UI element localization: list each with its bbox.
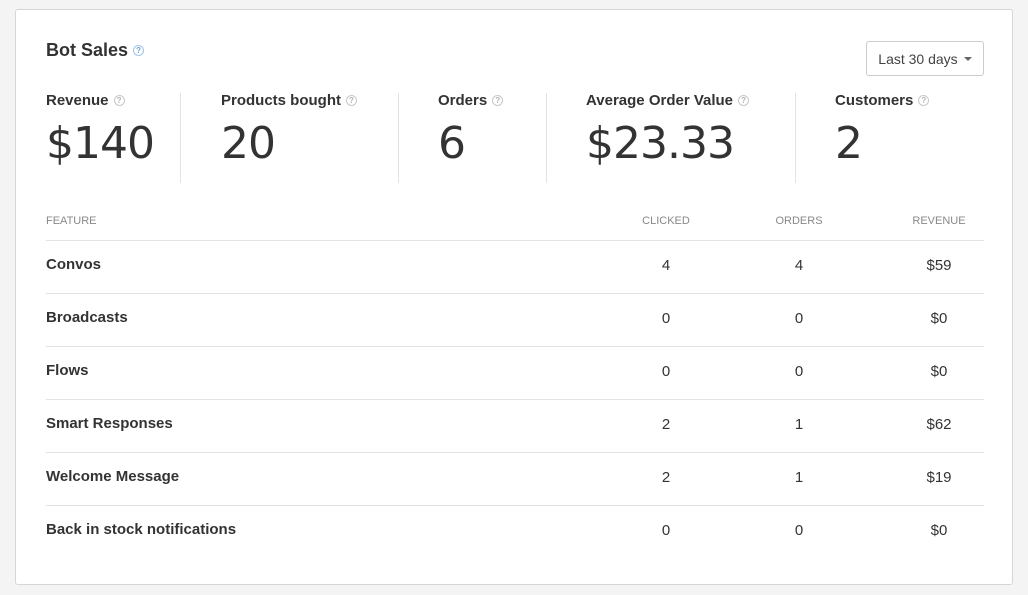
stat-customers: Customers? 2 — [835, 92, 930, 182]
stat-label: Orders — [438, 92, 488, 109]
table-header: FEATURE CLICKED ORDERS REVENUE — [46, 210, 984, 241]
table-row: Welcome Message 2 1 $19 — [46, 452, 984, 506]
card-title: Bot Sales ? — [46, 40, 145, 61]
orders-count: 4 — [794, 257, 804, 274]
feature-name: Flows — [46, 362, 89, 379]
revenue-amount: $59 — [926, 257, 952, 274]
revenue-amount: $0 — [930, 310, 948, 327]
stat-label: Average Order Value — [586, 92, 734, 109]
stat-average-order-value: Average Order Value? $23.33 — [586, 92, 750, 182]
stat-divider — [180, 93, 181, 183]
column-header-revenue: REVENUE — [912, 215, 966, 227]
stat-value: 2 — [835, 118, 863, 169]
revenue-amount: $62 — [926, 416, 952, 433]
orders-count: 1 — [794, 469, 804, 486]
card-title-text: Bot Sales — [46, 40, 129, 60]
table-row: Flows 0 0 $0 — [46, 346, 984, 400]
feature-name: Welcome Message — [46, 468, 180, 485]
table-row: Convos 4 4 $59 — [46, 240, 984, 294]
feature-name: Broadcasts — [46, 309, 128, 326]
caret-down-icon — [963, 56, 972, 61]
stat-label: Revenue — [46, 92, 109, 109]
stat-orders: Orders? 6 — [438, 92, 504, 182]
stat-divider — [795, 93, 796, 183]
table-row: Smart Responses 2 1 $62 — [46, 399, 984, 453]
table-row: Broadcasts 0 0 $0 — [46, 293, 984, 347]
revenue-amount: $0 — [930, 522, 948, 539]
orders-count: 0 — [794, 522, 804, 539]
help-icon[interactable]: ? — [492, 95, 504, 106]
orders-count: 1 — [794, 416, 804, 433]
feature-name: Smart Responses — [46, 415, 173, 432]
column-header-feature: FEATURE — [46, 215, 97, 227]
orders-count: 0 — [794, 363, 804, 380]
clicked-count: 4 — [661, 257, 671, 274]
clicked-count: 0 — [661, 310, 671, 327]
clicked-count: 2 — [661, 416, 671, 433]
column-header-orders: ORDERS — [775, 215, 823, 227]
help-icon[interactable]: ? — [346, 95, 357, 106]
column-header-clicked: CLICKED — [642, 215, 690, 227]
stat-divider — [546, 93, 547, 183]
stat-label: Products bought — [221, 92, 341, 109]
date-range-dropdown[interactable]: Last 30 days — [866, 41, 984, 76]
stat-value: $23.33 — [586, 118, 735, 169]
bot-sales-card: Bot Sales ? Last 30 days Revenue? $140 P… — [15, 9, 1013, 585]
date-range-label: Last 30 days — [878, 50, 958, 67]
stat-value: 20 — [221, 118, 276, 169]
stat-divider — [398, 93, 399, 183]
clicked-count: 0 — [661, 363, 671, 380]
stat-label: Customers — [835, 92, 914, 109]
revenue-amount: $0 — [930, 363, 948, 380]
help-icon[interactable]: ? — [133, 45, 145, 56]
clicked-count: 0 — [661, 522, 671, 539]
revenue-amount: $19 — [926, 469, 952, 486]
stat-products-bought: Products bought? 20 — [221, 92, 357, 182]
help-icon[interactable]: ? — [738, 95, 750, 106]
feature-name: Back in stock notifications — [46, 521, 237, 538]
feature-name: Convos — [46, 256, 102, 273]
orders-count: 0 — [794, 310, 804, 327]
table-row: Back in stock notifications 0 0 $0 — [46, 505, 984, 558]
stat-value: 6 — [438, 118, 466, 169]
stat-revenue: Revenue? $140 — [46, 92, 155, 182]
stat-value: $140 — [46, 118, 155, 169]
help-icon[interactable]: ? — [113, 95, 125, 106]
help-icon[interactable]: ? — [918, 95, 930, 106]
clicked-count: 2 — [661, 469, 671, 486]
